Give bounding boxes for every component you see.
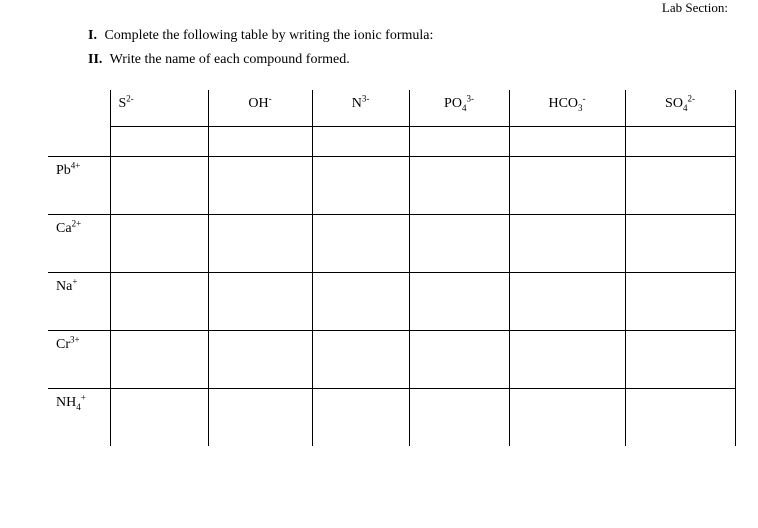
ca-sup: 2+: [72, 218, 82, 228]
row-na: Na+: [48, 272, 735, 330]
cation-header-cr: Cr3+: [48, 330, 110, 388]
hco3-base: HCO: [548, 96, 578, 111]
cell-pb-po4[interactable]: [409, 156, 509, 214]
cell-pb-oh[interactable]: [208, 156, 312, 214]
cation-header-pb: Pb4+: [48, 156, 110, 214]
n-base: N: [352, 96, 362, 111]
instruction-1-text: Complete the following table by writing …: [104, 28, 433, 43]
n-sup: 3-: [362, 93, 370, 103]
cell-nh4-po4[interactable]: [409, 388, 509, 446]
cell-nh4-hco3[interactable]: [509, 388, 625, 446]
instruction-1: I. Complete the following table by writi…: [88, 28, 433, 44]
cell-ca-n[interactable]: [312, 214, 409, 272]
cell-na-hco3[interactable]: [509, 272, 625, 330]
anion-header-n: N3-: [312, 90, 409, 126]
nh4-sub: 4: [76, 401, 81, 411]
anion-header-s: S2-: [110, 90, 208, 126]
row-pb: Pb4+: [48, 156, 735, 214]
oh-base: OH: [248, 96, 268, 111]
anion-header-row: S2- OH- N3- PO43- HCO3- SO42-: [48, 90, 735, 126]
pb-base: Pb: [56, 163, 71, 178]
instruction-2: II. Write the name of each compound form…: [88, 52, 433, 68]
anion-header-hco3: HCO3-: [509, 90, 625, 126]
cell-nh4-n[interactable]: [312, 388, 409, 446]
cell-ca-hco3[interactable]: [509, 214, 625, 272]
anion-header-oh: OH-: [208, 90, 312, 126]
so4-base: SO: [665, 96, 683, 111]
cell-cr-s[interactable]: [110, 330, 208, 388]
hco3-sup: -: [583, 93, 586, 103]
cell-pb-s[interactable]: [110, 156, 208, 214]
cell-ca-s[interactable]: [110, 214, 208, 272]
nh4-sup: +: [81, 392, 86, 402]
cell-cr-po4[interactable]: [409, 330, 509, 388]
po4-sub: 4: [462, 103, 467, 113]
po4-base: PO: [444, 96, 462, 111]
cation-header-nh4: NH4+: [48, 388, 110, 446]
anion-header-so4: SO42-: [625, 90, 735, 126]
pb-sup: 4+: [71, 160, 81, 170]
instruction-1-num: I.: [88, 28, 97, 43]
cell-cr-hco3[interactable]: [509, 330, 625, 388]
hco3-sub: 3: [578, 103, 583, 113]
cell-nh4-so4[interactable]: [625, 388, 735, 446]
ionic-formula-table: S2- OH- N3- PO43- HCO3- SO42- Pb4+: [48, 90, 736, 446]
nh4-base: NH: [56, 395, 76, 410]
cell-cr-n[interactable]: [312, 330, 409, 388]
instruction-2-num: II.: [88, 52, 102, 67]
cell-na-po4[interactable]: [409, 272, 509, 330]
na-base: Na: [56, 279, 72, 294]
row-ca: Ca2+: [48, 214, 735, 272]
cell-ca-so4[interactable]: [625, 214, 735, 272]
cell-na-so4[interactable]: [625, 272, 735, 330]
instructions-block: I. Complete the following table by writi…: [88, 28, 433, 76]
cr-sup: 3+: [70, 334, 80, 344]
cell-nh4-s[interactable]: [110, 388, 208, 446]
cell-pb-so4[interactable]: [625, 156, 735, 214]
cell-pb-n[interactable]: [312, 156, 409, 214]
ca-base: Ca: [56, 221, 72, 236]
so4-sub: 4: [683, 103, 688, 113]
cell-na-n[interactable]: [312, 272, 409, 330]
cell-pb-hco3[interactable]: [509, 156, 625, 214]
cell-nh4-oh[interactable]: [208, 388, 312, 446]
cell-cr-oh[interactable]: [208, 330, 312, 388]
cation-header-na: Na+: [48, 272, 110, 330]
oh-sup: -: [269, 93, 272, 103]
cation-header-ca: Ca2+: [48, 214, 110, 272]
cell-na-s[interactable]: [110, 272, 208, 330]
lab-section-label: Lab Section:: [662, 0, 728, 16]
instruction-2-text: Write the name of each compound formed.: [110, 52, 350, 67]
cell-cr-so4[interactable]: [625, 330, 735, 388]
cell-ca-oh[interactable]: [208, 214, 312, 272]
gap-row: [48, 126, 735, 156]
so4-sup: 2-: [687, 93, 695, 103]
cr-base: Cr: [56, 337, 70, 352]
cell-ca-po4[interactable]: [409, 214, 509, 272]
corner-cell: [48, 90, 110, 126]
anion-header-po4: PO43-: [409, 90, 509, 126]
row-nh4: NH4+: [48, 388, 735, 446]
po4-sup: 3-: [466, 93, 474, 103]
na-sup: +: [72, 276, 77, 286]
cell-na-oh[interactable]: [208, 272, 312, 330]
s-sup: 2-: [126, 93, 134, 103]
row-cr: Cr3+: [48, 330, 735, 388]
